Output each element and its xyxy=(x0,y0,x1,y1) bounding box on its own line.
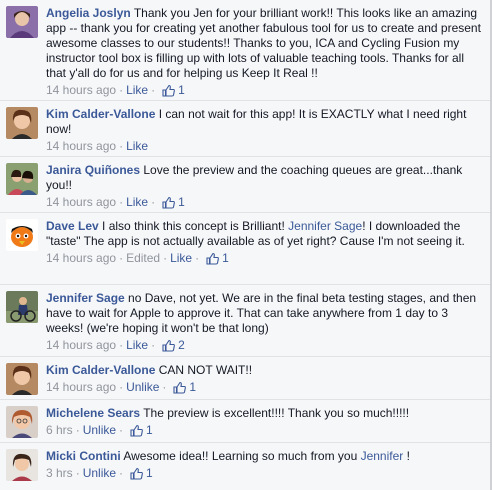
separator: · xyxy=(75,466,80,480)
comment: Micki Contini Awesome idea!! Learning so… xyxy=(0,442,492,490)
unlike-button[interactable]: Unlike xyxy=(83,422,116,438)
comment-meta: 14 hours ago · Like · 1 xyxy=(46,194,484,210)
avatar[interactable] xyxy=(6,406,38,438)
comment-time[interactable]: 14 hours ago xyxy=(46,250,116,266)
thumbs-up-icon[interactable] xyxy=(162,84,175,97)
avatar[interactable] xyxy=(6,107,38,139)
like-button[interactable]: Like xyxy=(126,337,148,353)
separator: · xyxy=(119,251,124,265)
avatar[interactable] xyxy=(6,291,38,323)
separator: · xyxy=(119,195,124,209)
avatar[interactable] xyxy=(6,6,38,38)
comment-meta: 14 hours ago · Like · 2 xyxy=(46,337,484,353)
like-button[interactable]: Like xyxy=(126,138,148,154)
comment-author[interactable]: Michelene Sears xyxy=(46,406,140,420)
thumbs-up-icon[interactable] xyxy=(130,424,143,437)
comment-meta: 14 hours ago · Edited · Like · 1 xyxy=(46,250,484,266)
comment-time[interactable]: 14 hours ago xyxy=(46,82,116,98)
like-count[interactable]: 1 xyxy=(146,422,153,438)
comment-text: Awesome idea!! Learning so much from you xyxy=(123,449,361,463)
comment-meta: 6 hrs · Unlike · 1 xyxy=(46,422,484,438)
separator: · xyxy=(151,338,156,352)
comment-meta: 3 hrs · Unlike · 1 xyxy=(46,465,484,481)
like-button[interactable]: Like xyxy=(126,82,148,98)
separator: · xyxy=(119,380,124,394)
comment-time[interactable]: 3 hrs xyxy=(46,465,73,481)
separator: · xyxy=(119,83,124,97)
separator: · xyxy=(75,423,80,437)
comment: Kim Calder-Vallone CAN NOT WAIT!! 14 hou… xyxy=(0,356,492,399)
separator: · xyxy=(119,423,124,437)
mention-link[interactable]: Jennifer Sage xyxy=(288,219,362,233)
comment-meta: 14 hours ago · Unlike · 1 xyxy=(46,379,484,395)
avatar[interactable] xyxy=(6,163,38,195)
comment-author[interactable]: Janira Quiñones xyxy=(46,163,140,177)
comment-text: I also think this concept is Brilliant! xyxy=(102,219,289,233)
comment: Janira Quiñones Love the preview and the… xyxy=(0,156,492,212)
thumbs-up-icon[interactable] xyxy=(206,252,219,265)
comment: Dave Lev I also think this concept is Br… xyxy=(0,212,492,284)
comment-author[interactable]: Angelia Joslyn xyxy=(46,6,131,20)
comment-author[interactable]: Kim Calder-Vallone xyxy=(46,107,155,121)
comment-time[interactable]: 6 hrs xyxy=(46,422,73,438)
comment: Jennifer Sage no Dave, not yet. We are i… xyxy=(0,284,492,356)
avatar[interactable] xyxy=(6,449,38,481)
like-button[interactable]: Like xyxy=(170,250,192,266)
separator: · xyxy=(163,251,168,265)
thumbs-up-icon[interactable] xyxy=(162,339,175,352)
edited-label[interactable]: Edited xyxy=(126,250,160,266)
separator: · xyxy=(195,251,200,265)
comment-time[interactable]: 14 hours ago xyxy=(46,194,116,210)
separator: · xyxy=(119,466,124,480)
comment-meta: 14 hours ago · Like xyxy=(46,138,484,154)
like-count[interactable]: 1 xyxy=(178,194,185,210)
like-count[interactable]: 2 xyxy=(178,337,185,353)
comment-author[interactable]: Jennifer Sage xyxy=(46,291,125,305)
comment: Kim Calder-Vallone I can not wait for th… xyxy=(0,100,492,156)
comment-time[interactable]: 14 hours ago xyxy=(46,138,116,154)
comment: Michelene Sears The preview is excellent… xyxy=(0,399,492,442)
separator: · xyxy=(151,195,156,209)
like-count[interactable]: 1 xyxy=(178,82,185,98)
comment-text: The preview is excellent!!!! Thank you s… xyxy=(143,406,410,420)
comment-text: ! xyxy=(403,449,410,463)
comment: Angelia Joslyn Thank you Jen for your br… xyxy=(0,0,492,100)
comment-meta: 14 hours ago · Like · 1 xyxy=(46,82,484,98)
like-count[interactable]: 1 xyxy=(222,250,229,266)
comment-author[interactable]: Kim Calder-Vallone xyxy=(46,363,155,377)
comment-author[interactable]: Dave Lev xyxy=(46,219,99,233)
comment-thread: Angelia Joslyn Thank you Jen for your br… xyxy=(0,0,492,490)
avatar[interactable] xyxy=(6,363,38,395)
unlike-button[interactable]: Unlike xyxy=(126,379,159,395)
comment-time[interactable]: 14 hours ago xyxy=(46,379,116,395)
comment-author[interactable]: Micki Contini xyxy=(46,449,121,463)
separator: · xyxy=(151,83,156,97)
mention-link[interactable]: Jennifer xyxy=(361,449,404,463)
avatar[interactable] xyxy=(6,219,38,251)
thumbs-up-icon[interactable] xyxy=(173,381,187,394)
unlike-button[interactable]: Unlike xyxy=(83,465,116,481)
separator: · xyxy=(119,338,124,352)
separator: · xyxy=(162,380,167,394)
thumbs-up-icon[interactable] xyxy=(130,467,143,480)
separator: · xyxy=(119,139,124,153)
like-count[interactable]: 1 xyxy=(189,379,196,395)
comment-text: CAN NOT WAIT!! xyxy=(158,363,253,377)
comment-time[interactable]: 14 hours ago xyxy=(46,337,116,353)
thumbs-up-icon[interactable] xyxy=(162,196,175,209)
like-count[interactable]: 1 xyxy=(146,465,153,481)
like-button[interactable]: Like xyxy=(126,194,148,210)
